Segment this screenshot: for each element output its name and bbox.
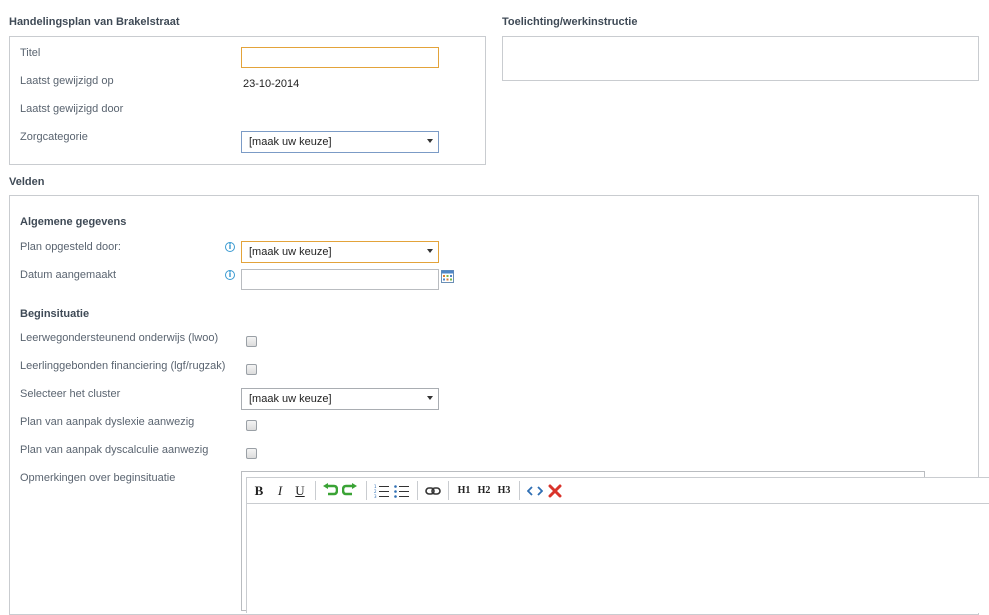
opmerkingen-label: Opmerkingen over beginsituatie (20, 472, 176, 484)
calendar-icon[interactable] (441, 270, 454, 283)
toolbar-separator (448, 481, 449, 500)
toolbar-separator (417, 481, 418, 500)
chevron-down-icon (427, 139, 433, 143)
lwoo-label: Leerwegondersteunend onderwijs (lwoo) (20, 332, 219, 344)
cluster-select[interactable]: [maak uw keuze] (241, 388, 439, 410)
datum-label: Datum aangemaakt (20, 269, 116, 281)
info-icon[interactable]: i (225, 242, 235, 252)
bold-button[interactable]: B (252, 483, 266, 499)
gewijzigd-door-label: Laatst gewijzigd door (20, 103, 124, 115)
algemene-heading: Algemene gegevens (20, 216, 127, 228)
underline-button[interactable]: U (293, 483, 307, 499)
opgesteld-select-value: [maak uw keuze] (249, 246, 332, 258)
dyscalculie-label: Plan van aanpak dyscalculie aanwezig (20, 444, 209, 456)
ordered-list-icon[interactable]: 1 2 3 (374, 484, 389, 499)
toolbar-separator (519, 481, 520, 500)
datum-input[interactable] (241, 269, 439, 290)
cluster-select-value: [maak uw keuze] (249, 393, 332, 405)
plan-section-title: Handelingsplan van Brakelstraat (9, 16, 180, 28)
dyslexie-label: Plan van aanpak dyslexie aanwezig (20, 416, 195, 428)
source-code-icon[interactable] (526, 485, 544, 497)
heading1-button[interactable]: H1 (456, 483, 472, 499)
remove-format-icon[interactable] (548, 484, 562, 498)
beginsituatie-heading: Beginsituatie (20, 308, 90, 320)
opgesteld-select[interactable]: [maak uw keuze] (241, 241, 439, 263)
chevron-down-icon (427, 249, 433, 253)
lgf-checkbox[interactable] (246, 364, 257, 375)
heading2-button[interactable]: H2 (476, 483, 492, 499)
gewijzigd-op-label: Laatst gewijzigd op (20, 75, 114, 87)
toelichting-box (502, 36, 979, 81)
lwoo-checkbox[interactable] (246, 336, 257, 347)
opgesteld-label: Plan opgesteld door: (20, 241, 121, 253)
gewijzigd-op-value: 23-10-2014 (243, 78, 300, 90)
heading3-button[interactable]: H3 (496, 483, 512, 499)
editor-content[interactable] (246, 503, 989, 613)
lgf-label: Leerlinggebonden financiering (lgf/rugza… (20, 360, 226, 372)
toolbar-separator (366, 481, 367, 500)
zorgcategorie-label: Zorgcategorie (20, 131, 88, 143)
undo-icon[interactable] (322, 483, 339, 498)
svg-text:3: 3 (374, 494, 377, 498)
unordered-list-icon[interactable] (394, 484, 409, 498)
link-icon[interactable] (425, 486, 441, 496)
titel-input[interactable] (241, 47, 439, 68)
toelichting-section-title: Toelichting/werkinstructie (502, 16, 638, 28)
velden-section-title: Velden (9, 176, 45, 188)
zorgcategorie-select-value: [maak uw keuze] (249, 136, 332, 148)
cluster-label: Selecteer het cluster (20, 388, 121, 400)
redo-icon[interactable] (341, 483, 358, 498)
titel-label: Titel (20, 47, 41, 59)
zorgcategorie-select[interactable]: [maak uw keuze] (241, 131, 439, 153)
dyslexie-checkbox[interactable] (246, 420, 257, 431)
chevron-down-icon (427, 396, 433, 400)
toolbar-separator (315, 481, 316, 500)
info-icon[interactable]: i (225, 270, 235, 280)
italic-button[interactable]: I (273, 483, 287, 499)
dyscalculie-checkbox[interactable] (246, 448, 257, 459)
